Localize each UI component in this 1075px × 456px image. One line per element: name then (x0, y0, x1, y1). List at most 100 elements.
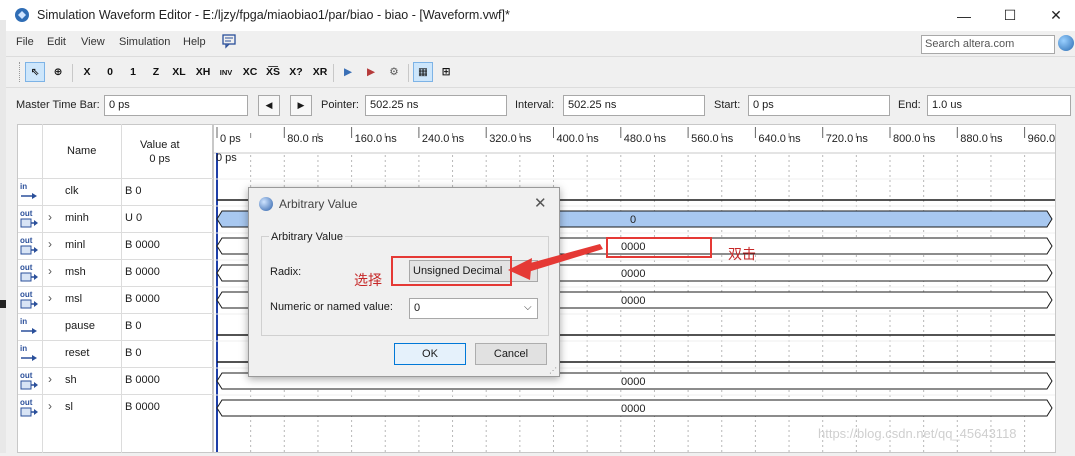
expand-chevron-icon[interactable]: › (48, 372, 52, 386)
globe-icon[interactable] (1058, 35, 1074, 51)
bus-value-label: 0000 (621, 295, 645, 307)
menu-help[interactable]: Help (183, 36, 206, 48)
toolbar-separator (72, 64, 73, 82)
random-value-button[interactable]: XR (310, 62, 330, 82)
expand-chevron-icon[interactable]: › (48, 399, 52, 413)
signal-value: B 0000 (125, 374, 160, 386)
chevron-down-icon[interactable]: ⌵ (524, 302, 532, 313)
numeric-value-label: Numeric or named value: (270, 301, 393, 313)
radix-label: Radix: (270, 266, 302, 278)
zoom-tool-button[interactable]: ⊕ (48, 62, 68, 82)
time-tick-label: 560.0 ns (691, 133, 734, 145)
menu-simulation[interactable]: Simulation (119, 36, 170, 48)
forcing-high-button[interactable]: 1 (123, 62, 143, 82)
time-tick-label: 960.0 ns (1028, 133, 1056, 145)
dialog-app-icon (259, 197, 273, 211)
weak-high-button[interactable]: XH (193, 62, 213, 82)
clock-button[interactable]: X͞S (263, 62, 283, 82)
time-tick-label: 720.0 ns (826, 133, 869, 145)
expand-chevron-icon[interactable]: › (48, 210, 52, 224)
signal-name[interactable]: sh (65, 374, 77, 386)
signal-row[interactable] (18, 178, 213, 205)
pin-direction-label: in (20, 317, 28, 326)
bus-value-label: 0 (630, 214, 636, 226)
count-value-button[interactable]: XC (240, 62, 260, 82)
pin-direction-label: in (20, 182, 28, 191)
close-button[interactable]: ✕ (1033, 0, 1075, 31)
ok-button[interactable]: OK (394, 343, 466, 365)
interval-field[interactable]: 502.25 ns (563, 95, 705, 116)
maximize-button[interactable]: ☐ (987, 0, 1033, 31)
pin-glyph (21, 355, 37, 361)
signal-value: B 0 (125, 185, 142, 197)
window-title: Simulation Waveform Editor - E:/ljzy/fpg… (37, 8, 510, 22)
signal-name[interactable]: msh (65, 266, 86, 278)
generate-netlist-button[interactable]: ⚙ (384, 62, 404, 82)
expand-chevron-icon[interactable]: › (48, 264, 52, 278)
grid-settings-button[interactable]: ⊞ (436, 62, 456, 82)
forcing-low-button[interactable]: 0 (100, 62, 120, 82)
run-timing-simulation-button[interactable]: ▶ (361, 62, 381, 82)
search-input[interactable]: Search altera.com (921, 35, 1055, 54)
arbitrary-value-button[interactable]: X? (286, 62, 306, 82)
dialog-close-icon[interactable]: ✕ (534, 194, 547, 212)
pin-glyph (20, 407, 38, 417)
output-pin-icon: out (18, 233, 42, 259)
output-pin-icon: out (18, 395, 42, 421)
master-time-bar-field[interactable]: 0 ps (104, 95, 248, 116)
vertical-scrollbar[interactable] (1056, 124, 1075, 453)
value-header-line2: 0 ps (149, 153, 171, 165)
run-functional-simulation-button[interactable]: ▶ (338, 62, 358, 82)
dialog-title: Arbitrary Value (279, 197, 358, 211)
signal-name[interactable]: reset (65, 347, 89, 359)
time-tick-label: 160.0 ns (355, 133, 398, 145)
output-pin-icon: out (18, 206, 42, 232)
signal-row[interactable] (18, 313, 213, 340)
expand-chevron-icon[interactable]: › (48, 237, 52, 251)
menu-edit[interactable]: Edit (47, 36, 66, 48)
input-pin-icon: in (18, 314, 42, 340)
signal-name[interactable]: clk (65, 185, 78, 197)
start-field[interactable]: 0 ps (748, 95, 890, 116)
end-field[interactable]: 1.0 us (927, 95, 1071, 116)
weak-low-button[interactable]: XL (169, 62, 189, 82)
previous-transition-button[interactable]: ◀ (258, 95, 280, 116)
dialog-group-label: Arbitrary Value (269, 231, 345, 243)
menu-file[interactable]: File (16, 36, 34, 48)
resize-grip-icon[interactable]: ⋰ (549, 366, 557, 375)
forcing-unknown-button[interactable]: X (77, 62, 97, 82)
selection-tool-button[interactable]: ⇖ (25, 62, 45, 82)
signal-name[interactable]: minh (65, 212, 89, 224)
invert-button[interactable]: INV (216, 62, 236, 82)
pointer-field[interactable]: 502.25 ns (365, 95, 507, 116)
pin-direction-label: out (20, 263, 33, 272)
signal-value: U 0 (125, 212, 143, 224)
signal-value: B 0000 (125, 239, 160, 251)
cursor-label: 0 ps (216, 152, 237, 164)
time-tick-label: 480.0 ns (624, 133, 667, 145)
signal-name[interactable]: minl (65, 239, 85, 251)
snap-to-grid-button[interactable]: ▦ (413, 62, 433, 82)
menu-view[interactable]: View (81, 36, 105, 48)
signal-name[interactable]: sl (65, 401, 73, 413)
app-icon (14, 7, 30, 23)
signal-name[interactable]: pause (65, 320, 95, 332)
time-tick-label: 640.0 ns (758, 133, 801, 145)
pin-glyph (20, 245, 38, 255)
minimize-button[interactable]: — (941, 0, 987, 31)
signal-row[interactable] (18, 340, 213, 367)
interval-label: Interval: (515, 99, 555, 111)
chevron-down-icon[interactable]: ▼ (524, 265, 533, 275)
output-pin-icon: out (18, 368, 42, 394)
signal-value: B 0000 (125, 266, 160, 278)
pin-direction-label: out (20, 398, 33, 407)
numeric-value-combobox[interactable]: 0 (409, 298, 538, 319)
cancel-button[interactable]: Cancel (475, 343, 547, 365)
output-pin-icon: out (18, 287, 42, 313)
help-chat-icon[interactable] (221, 33, 237, 52)
signal-name[interactable]: msl (65, 293, 82, 305)
expand-chevron-icon[interactable]: › (48, 291, 52, 305)
pin-direction-label: in (20, 344, 28, 353)
next-transition-button[interactable]: ▶ (290, 95, 312, 116)
high-impedance-button[interactable]: Z (146, 62, 166, 82)
